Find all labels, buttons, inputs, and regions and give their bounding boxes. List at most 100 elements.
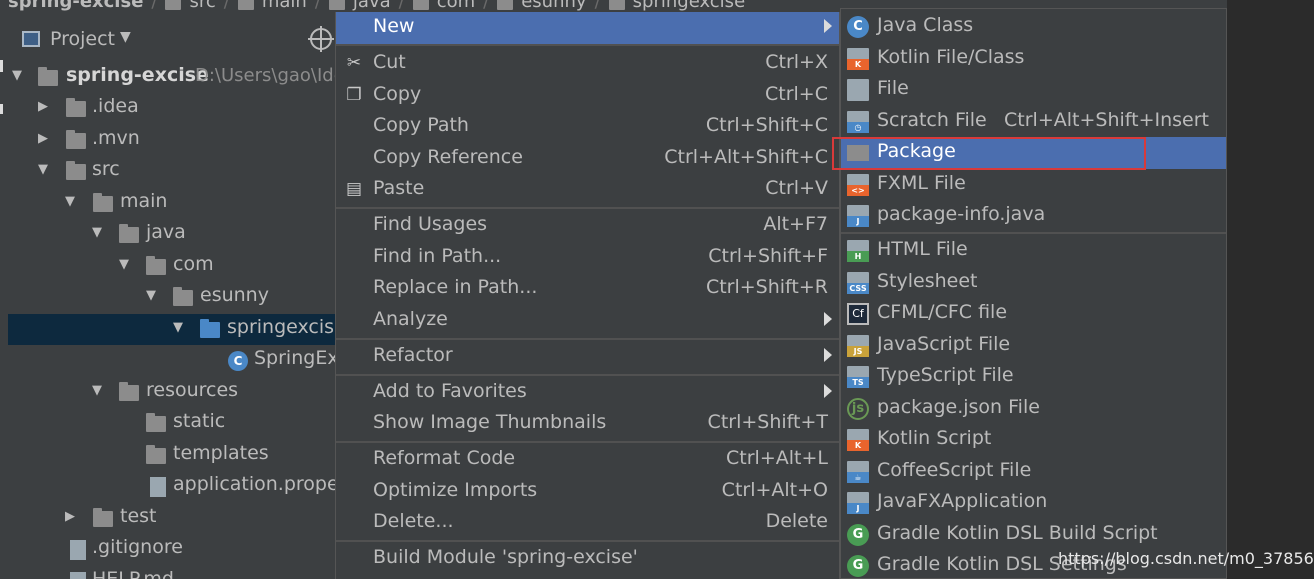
- new-cfml-file[interactable]: Cf CFML/CFC file: [841, 298, 1226, 330]
- breadcrumb-separator: /: [314, 0, 321, 12]
- breadcrumb-item[interactable]: java: [353, 0, 391, 12]
- menu-separator: [336, 540, 839, 542]
- breadcrumb-item[interactable]: springexcise: [633, 0, 745, 12]
- menu-item-find-in-path[interactable]: Find in Path... Ctrl+Shift+F: [336, 242, 839, 274]
- new-javafx-application[interactable]: J JavaFXApplication: [841, 487, 1226, 519]
- menu-item-optimize-imports[interactable]: Optimize Imports Ctrl+Alt+O: [336, 476, 839, 508]
- submenu-item-label: Kotlin Script: [877, 427, 992, 449]
- breadcrumb-item[interactable]: main: [262, 0, 307, 12]
- new-file[interactable]: File: [841, 74, 1226, 106]
- tree-node-templates[interactable]: templates: [8, 440, 338, 471]
- expand-arrow-icon[interactable]: ▼: [65, 195, 79, 209]
- submenu-item-shortcut: Ctrl+Alt+Shift+Insert: [1004, 109, 1209, 131]
- new-java-class[interactable]: C Java Class: [841, 11, 1226, 43]
- menu-item-refactor[interactable]: Refactor: [336, 341, 839, 373]
- project-view-selector[interactable]: Project: [50, 28, 115, 50]
- tree-label: springexcise: [227, 316, 338, 338]
- tree-label: test: [120, 505, 157, 527]
- new-coffeescript-file[interactable]: ☕ CoffeeScript File: [841, 456, 1226, 488]
- locate-target-icon[interactable]: [308, 26, 334, 52]
- menu-item-copy-reference[interactable]: Copy Reference Ctrl+Alt+Shift+C: [336, 143, 839, 175]
- new-stylesheet[interactable]: CSS Stylesheet: [841, 267, 1226, 299]
- cfml-file-icon: Cf: [847, 303, 869, 325]
- expand-arrow-icon[interactable]: ▶: [38, 100, 52, 114]
- expand-arrow-icon[interactable]: ▼: [38, 163, 52, 177]
- breadcrumb-item[interactable]: esunny: [521, 0, 586, 12]
- tree-node-gitignore[interactable]: .gitignore: [8, 534, 338, 565]
- new-gradle-kotlin-build-script[interactable]: G Gradle Kotlin DSL Build Script: [841, 519, 1226, 551]
- menu-item-shortcut: Delete: [765, 510, 828, 532]
- chevron-down-icon[interactable]: ▼: [120, 29, 131, 45]
- menu-item-delete[interactable]: Delete... Delete: [336, 507, 839, 539]
- tree-node-springexcise[interactable]: ▼ springexcise: [8, 314, 338, 345]
- tree-node-java[interactable]: ▼ java: [8, 219, 338, 250]
- strip-marker: [0, 60, 3, 72]
- tree-node-esunny[interactable]: ▼ esunny: [8, 282, 338, 313]
- tree-node-static[interactable]: static: [8, 408, 338, 439]
- tree-node-com[interactable]: ▼ com: [8, 251, 338, 282]
- folder-icon: [93, 193, 113, 212]
- new-typescript-file[interactable]: TS TypeScript File: [841, 361, 1226, 393]
- expand-arrow-icon[interactable]: ▼: [92, 384, 106, 398]
- new-fxml-file[interactable]: <> FXML File: [841, 169, 1226, 201]
- breadcrumb-item[interactable]: src: [189, 0, 215, 12]
- new-kotlin-script[interactable]: K Kotlin Script: [841, 424, 1226, 456]
- tree-node-main[interactable]: ▼ main: [8, 188, 338, 219]
- copy-icon: ❐: [346, 85, 362, 105]
- new-kotlin-file[interactable]: K Kotlin File/Class: [841, 43, 1226, 75]
- submenu-item-label: Kotlin File/Class: [877, 46, 1025, 68]
- kotlin-script-icon: K: [847, 429, 869, 451]
- expand-arrow-icon[interactable]: ▼: [12, 69, 26, 83]
- breadcrumb-item[interactable]: spring-excise: [8, 0, 143, 12]
- tree-node-spring-excise[interactable]: ▼ spring-excise D:\Users\gao\Ide: [8, 62, 338, 93]
- menu-item-paste[interactable]: ▤ Paste Ctrl+V: [336, 174, 839, 206]
- expand-arrow-icon[interactable]: ▶: [65, 510, 79, 524]
- menu-item-shortcut: Ctrl+Shift+F: [708, 245, 828, 267]
- expand-arrow-icon[interactable]: ▶: [38, 132, 52, 146]
- menu-item-label: Refactor: [373, 344, 453, 366]
- menu-item-copy[interactable]: ❐ Copy Ctrl+C: [336, 80, 839, 112]
- expand-arrow-icon[interactable]: ▼: [92, 226, 106, 240]
- tree-node-test[interactable]: ▶ test: [8, 503, 338, 534]
- submenu-arrow-icon: [824, 384, 832, 398]
- menu-item-reformat-code[interactable]: Reformat Code Ctrl+Alt+L: [336, 444, 839, 476]
- menu-item-new[interactable]: New: [336, 12, 839, 44]
- submenu-arrow-icon: [824, 348, 832, 362]
- new-package-json[interactable]: js package.json File: [841, 393, 1226, 425]
- new-package-info[interactable]: J package-info.java: [841, 200, 1226, 232]
- tree-node-idea[interactable]: ▶ .idea: [8, 93, 338, 124]
- submenu-item-label: HTML File: [877, 238, 968, 260]
- menu-item-label: Build Module 'spring-excise': [373, 546, 638, 568]
- expand-arrow-icon[interactable]: ▼: [119, 258, 133, 272]
- menu-item-label: Add to Favorites: [373, 380, 527, 402]
- expand-arrow-icon[interactable]: ▼: [173, 321, 187, 335]
- menu-item-copy-path[interactable]: Copy Path Ctrl+Shift+C: [336, 111, 839, 143]
- java-class-icon: C: [847, 16, 869, 38]
- menu-item-analyze[interactable]: Analyze: [336, 305, 839, 337]
- breadcrumb-item[interactable]: com: [437, 0, 475, 12]
- menu-item-cut[interactable]: ✂ Cut Ctrl+X: [336, 48, 839, 80]
- new-html-file[interactable]: H HTML File: [841, 235, 1226, 267]
- tree-label: src: [92, 158, 120, 180]
- tree-node-application-properties[interactable]: application.proper: [8, 471, 338, 502]
- tree-node-src[interactable]: ▼ src: [8, 156, 338, 187]
- menu-separator: [336, 374, 839, 376]
- menu-item-shortcut: Ctrl+Alt+L: [726, 447, 828, 469]
- expand-arrow-icon[interactable]: ▼: [146, 289, 160, 303]
- breadcrumb-separator: /: [151, 0, 158, 12]
- new-javascript-file[interactable]: JS JavaScript File: [841, 330, 1226, 362]
- tree-node-resources[interactable]: ▼ resources: [8, 377, 338, 408]
- tree-label: .mvn: [92, 127, 140, 149]
- new-scratch-file[interactable]: ◷ Scratch File Ctrl+Alt+Shift+Insert: [841, 106, 1226, 138]
- menu-item-replace-in-path[interactable]: Replace in Path... Ctrl+Shift+R: [336, 273, 839, 305]
- tree-node-mvn[interactable]: ▶ .mvn: [8, 125, 338, 156]
- submenu-item-label: Gradle Kotlin DSL Build Script: [877, 522, 1158, 544]
- tree-node-springexc[interactable]: C SpringExc: [8, 345, 338, 376]
- menu-item-show-image-thumbnails[interactable]: Show Image Thumbnails Ctrl+Shift+T: [336, 408, 839, 440]
- menu-item-build-module[interactable]: Build Module 'spring-excise': [336, 543, 839, 575]
- menu-item-shortcut: Ctrl+C: [765, 83, 828, 105]
- menu-item-add-to-favorites[interactable]: Add to Favorites: [336, 377, 839, 409]
- tree-node-help-md[interactable]: HELP.md: [8, 566, 338, 579]
- menu-item-find-usages[interactable]: Find Usages Alt+F7: [336, 210, 839, 242]
- package-folder-icon: [200, 319, 220, 338]
